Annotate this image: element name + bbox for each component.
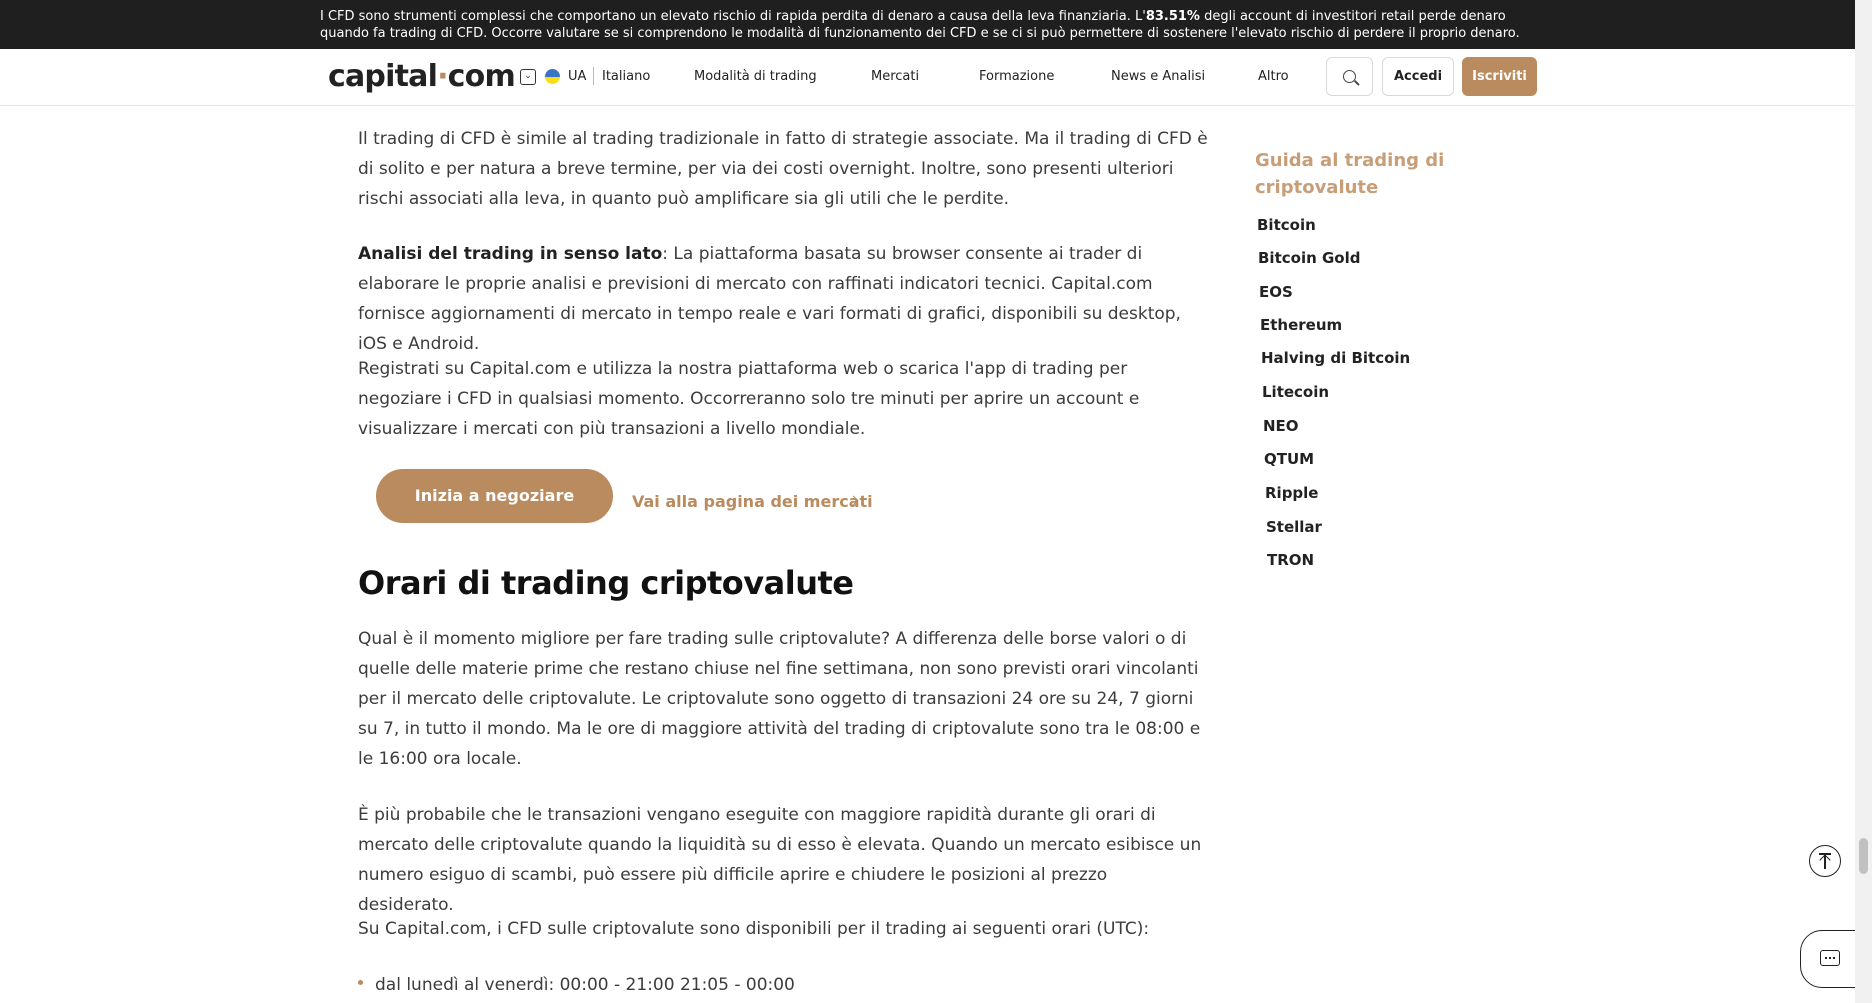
sidebar-item-eos[interactable]: EOS [1259, 283, 1293, 301]
risk-percent: 83.51% [1145, 9, 1200, 24]
search-button[interactable] [1326, 57, 1373, 96]
sidebar-item-qtum[interactable]: QTUM [1264, 450, 1314, 468]
sidebar-item-neo[interactable]: NEO [1263, 417, 1299, 435]
article-paragraph: Registrati su Capital.com e utilizza la … [358, 359, 1140, 439]
sidebar-item-ripple[interactable]: Ripple [1265, 484, 1318, 502]
article-paragraph: Qual è il momento migliore per fare trad… [358, 629, 1201, 769]
paragraph-bold-lead: Analisi del trading in senso lato [358, 244, 663, 264]
article-paragraph: Analisi del trading in senso lato: La pi… [358, 244, 1181, 354]
site-header: capital·com ⌄ UA Italiano Modalità di tr… [0, 49, 1855, 106]
login-button[interactable]: Accedi [1382, 57, 1454, 96]
nav-markets[interactable]: Mercati [871, 69, 919, 84]
sidebar-item-ethereum[interactable]: Ethereum [1260, 316, 1342, 334]
sidebar-item-bitcoin[interactable]: Bitcoin [1257, 216, 1316, 234]
list-item: dal lunedì al venerdì: 00:00 - 21:00 21:… [375, 975, 795, 995]
nav-news-analysis[interactable]: News e Analisi [1111, 69, 1205, 84]
article-paragraph: Il trading di CFD è simile al trading tr… [358, 129, 1208, 209]
capital-logo[interactable]: capital·com [328, 59, 516, 94]
bullet-dot-icon [358, 980, 363, 985]
sidebar-item-bitcoin-gold[interactable]: Bitcoin Gold [1258, 249, 1360, 267]
region-code[interactable]: UA [568, 69, 586, 84]
sidebar-item-stellar[interactable]: Stellar [1266, 518, 1322, 536]
sidebar-item-litecoin[interactable]: Litecoin [1262, 383, 1329, 401]
markets-page-link[interactable]: Vai alla pagina dei mercati [632, 492, 873, 511]
nav-more[interactable]: Altro [1258, 69, 1289, 84]
risk-warning-banner: I CFD sono strumenti complessi che compo… [0, 0, 1855, 49]
sidebar-title: Guida al trading di criptovalute [1255, 150, 1445, 198]
region-divider [593, 67, 594, 85]
sidebar-item-tron[interactable]: TRON [1267, 551, 1314, 569]
risk-warning-text: I CFD sono strumenti complessi che compo… [320, 9, 1520, 41]
ukraine-flag-icon [545, 69, 560, 84]
scrollbar-thumb[interactable] [1859, 838, 1868, 874]
language-selector[interactable]: Italiano [602, 69, 650, 84]
sidebar-item-bitcoin-halving[interactable]: Halving di Bitcoin [1261, 349, 1410, 367]
start-trading-button[interactable]: Inizia a negoziare [376, 469, 613, 523]
page-scrollbar[interactable] [1855, 0, 1872, 1003]
signup-button[interactable]: Iscriviti [1462, 57, 1537, 96]
article-paragraph: È più probabile che le transazioni venga… [358, 805, 1202, 915]
chat-button[interactable] [1800, 930, 1860, 988]
article-paragraph: Su Capital.com, i CFD sulle criptovalute… [358, 919, 1150, 939]
back-to-top-button[interactable] [1809, 845, 1841, 877]
nav-trading-modes[interactable]: Modalità di trading [694, 69, 817, 84]
nav-education[interactable]: Formazione [979, 69, 1054, 84]
region-dropdown-icon[interactable]: ⌄ [520, 69, 536, 85]
section-heading: Orari di trading criptovalute [358, 564, 854, 602]
